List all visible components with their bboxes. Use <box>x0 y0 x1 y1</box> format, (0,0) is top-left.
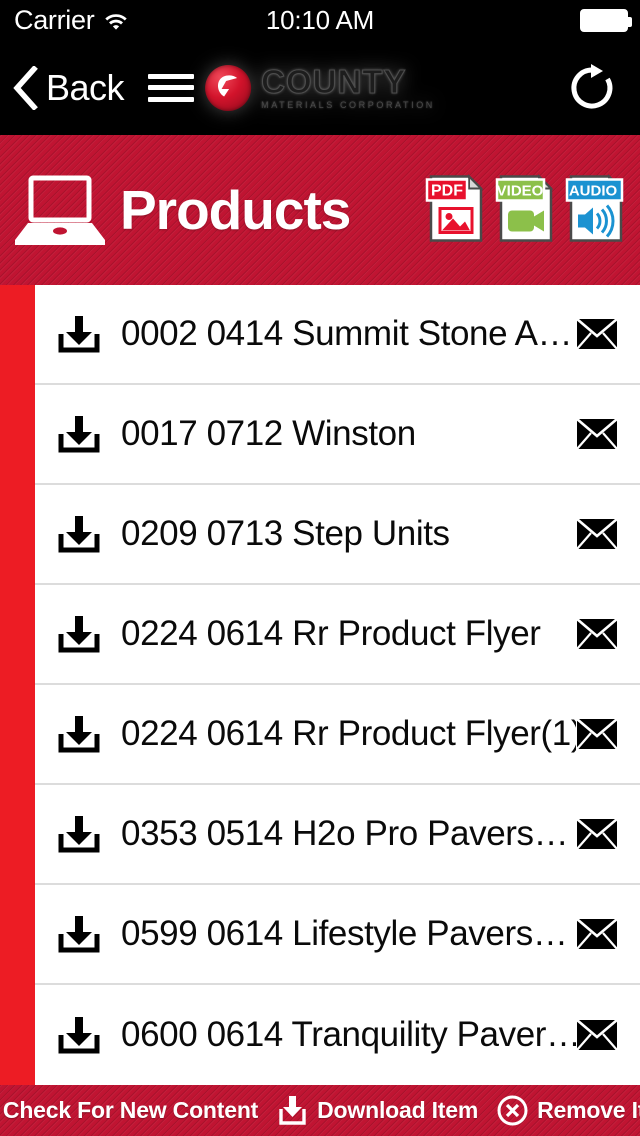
download-icon[interactable] <box>53 1015 105 1055</box>
products-list[interactable]: 0002 0414 Summit Stone A… 0017 0712 Wins… <box>35 285 640 1085</box>
county-badge-icon <box>205 64 252 111</box>
navigation-bar: Back COUNTY MATERIALS CORPORATION <box>0 40 640 135</box>
download-icon[interactable] <box>53 714 105 754</box>
svg-text:VIDEO: VIDEO <box>497 183 544 200</box>
svg-text:AUDIO: AUDIO <box>569 183 618 200</box>
bottom-toolbar: Check For New Content Download Item Remo… <box>0 1085 640 1136</box>
envelope-icon[interactable] <box>576 318 618 350</box>
remove-circle-icon <box>496 1094 529 1127</box>
list-item-label: 0600 0614 Tranquility Paver… <box>121 1015 576 1054</box>
logo-tagline: MATERIALS CORPORATION <box>261 100 435 110</box>
page-title: Products <box>120 179 351 241</box>
accent-rail <box>0 285 35 1085</box>
download-icon[interactable] <box>53 314 105 354</box>
video-filter-icon[interactable]: VIDEO <box>494 171 556 250</box>
pdf-filter-icon[interactable]: PDF <box>424 171 486 250</box>
county-logo-text: COUNTY MATERIALS CORPORATION <box>261 63 435 110</box>
file-type-filters: PDF VIDEO AUDIO <box>424 171 626 250</box>
list-item[interactable]: 0209 0713 Step Units <box>35 485 640 585</box>
status-bar-right <box>580 8 632 32</box>
app-screen: Carrier 10:10 AM Back COUNTY MATERIALS C… <box>0 0 640 1136</box>
list-item-label: 0224 0614 Rr Product Flyer(1) <box>121 714 576 753</box>
list-item[interactable]: 0224 0614 Rr Product Flyer(1) <box>35 685 640 785</box>
county-logo: COUNTY MATERIALS CORPORATION <box>205 63 435 111</box>
list-item-label: 0002 0414 Summit Stone A… <box>121 314 573 353</box>
list-item[interactable]: 0002 0414 Summit Stone A… <box>35 285 640 385</box>
download-icon[interactable] <box>53 414 105 454</box>
page-header: Products PDF VIDEO AUDIO <box>0 135 640 285</box>
laptop-icon <box>14 174 106 246</box>
battery-full-icon <box>580 8 632 32</box>
remove-item-label: Remove Item <box>537 1097 640 1123</box>
list-item[interactable]: 0353 0514 H2o Pro Pavers… <box>35 785 640 885</box>
download-icon[interactable] <box>53 614 105 654</box>
clock-label: 10:10 AM <box>265 4 375 35</box>
envelope-icon[interactable] <box>576 718 618 750</box>
download-icon[interactable] <box>53 514 105 554</box>
hamburger-menu-icon[interactable] <box>148 73 194 102</box>
envelope-icon[interactable] <box>576 1019 618 1051</box>
list-item-label: 0209 0713 Step Units <box>121 514 450 553</box>
download-item-button[interactable]: Download Item <box>267 1094 487 1127</box>
download-icon[interactable] <box>53 814 105 854</box>
download-icon <box>276 1094 309 1127</box>
svg-text:PDF: PDF <box>431 183 463 200</box>
chevron-left-icon <box>12 65 38 110</box>
list-item[interactable]: 0017 0712 Winston <box>35 385 640 485</box>
list-item-label: 0353 0514 H2o Pro Pavers… <box>121 814 569 853</box>
list-item[interactable]: 0600 0614 Tranquility Paver… <box>35 985 640 1085</box>
list-item-label: 0224 0614 Rr Product Flyer <box>121 614 541 653</box>
check-for-new-content-button[interactable]: Check For New Content <box>0 1094 267 1127</box>
download-item-label: Download Item <box>317 1097 479 1123</box>
refresh-button[interactable] <box>566 62 618 114</box>
envelope-icon[interactable] <box>576 418 618 450</box>
back-button[interactable]: Back <box>12 40 125 135</box>
envelope-icon[interactable] <box>576 818 618 850</box>
envelope-icon[interactable] <box>576 918 618 950</box>
download-icon[interactable] <box>53 914 105 954</box>
list-item[interactable]: 0224 0614 Rr Product Flyer <box>35 585 640 685</box>
envelope-icon[interactable] <box>576 518 618 550</box>
check-for-new-content-label: Check For New Content <box>2 1097 259 1123</box>
status-bar: Carrier 10:10 AM <box>0 0 640 40</box>
list-item-label: 0017 0712 Winston <box>121 414 416 453</box>
logo-name: COUNTY <box>261 63 407 100</box>
remove-item-button[interactable]: Remove Item <box>487 1094 640 1127</box>
list-item-label: 0599 0614 Lifestyle Pavers… <box>121 914 568 953</box>
envelope-icon[interactable] <box>576 618 618 650</box>
audio-filter-icon[interactable]: AUDIO <box>564 171 626 250</box>
back-button-label: Back <box>46 66 125 108</box>
list-item[interactable]: 0599 0614 Lifestyle Pavers… <box>35 885 640 985</box>
